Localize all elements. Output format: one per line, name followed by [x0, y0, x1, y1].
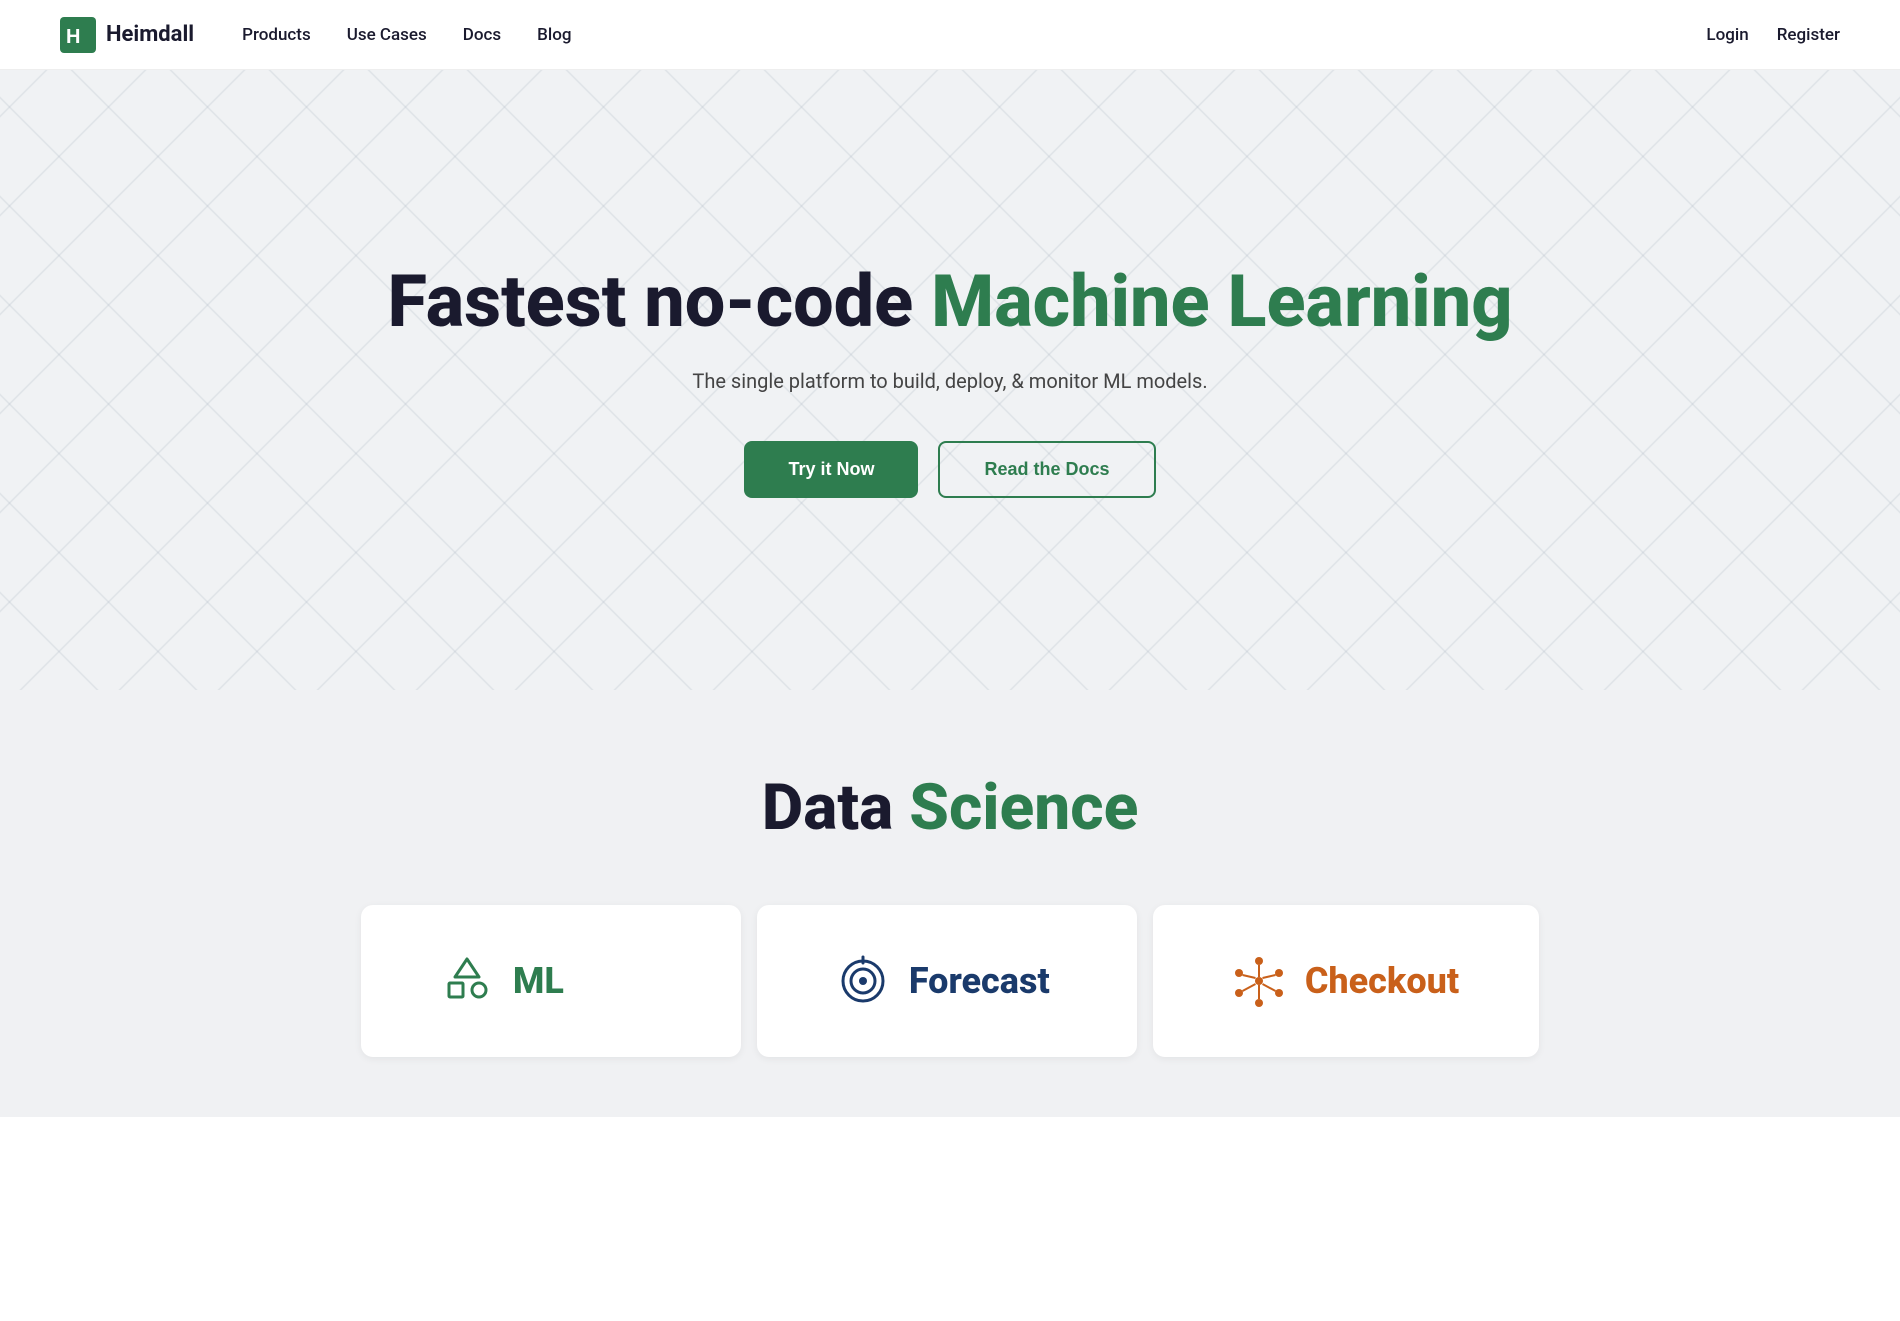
hero-buttons: Try it Now Read the Docs — [388, 441, 1513, 498]
hero-title-part2: Machine Learning — [931, 259, 1512, 344]
ds-section-title: Data Science — [60, 770, 1840, 845]
nav-products[interactable]: Products — [242, 25, 311, 45]
ds-title-part1: Data — [762, 770, 910, 845]
nav-use-cases[interactable]: Use Cases — [347, 25, 427, 45]
nav-right: Login Register — [1706, 25, 1840, 45]
ds-card-forecast-label: Forecast — [909, 960, 1050, 1002]
nav-links: Products Use Cases Docs Blog — [242, 25, 571, 45]
ds-card-checkout[interactable]: Checkout — [1153, 905, 1539, 1057]
read-the-docs-button[interactable]: Read the Docs — [938, 441, 1155, 498]
nav-login[interactable]: Login — [1706, 25, 1748, 45]
logo-icon: H — [60, 17, 96, 53]
checkout-icon — [1233, 955, 1285, 1007]
svg-text:H: H — [66, 26, 80, 48]
logo-text: Heimdall — [106, 22, 194, 47]
data-science-section: Data Science ML — [0, 690, 1900, 1117]
nav-left: H Heimdall Products Use Cases Docs Blog — [60, 17, 572, 53]
ds-card-forecast[interactable]: Forecast — [757, 905, 1137, 1057]
hero-section: Fastest no-code Machine Learning The sin… — [0, 70, 1900, 690]
ds-card-ml[interactable]: ML — [361, 905, 741, 1057]
ds-cards: ML Forecast — [60, 905, 1840, 1057]
hero-content: Fastest no-code Machine Learning The sin… — [388, 262, 1513, 498]
nav-register[interactable]: Register — [1777, 25, 1840, 45]
hero-title: Fastest no-code Machine Learning — [388, 262, 1513, 341]
nav-blog[interactable]: Blog — [537, 25, 571, 45]
navbar: H Heimdall Products Use Cases Docs Blog … — [0, 0, 1900, 70]
nav-docs[interactable]: Docs — [463, 25, 501, 45]
hero-subtitle: The single platform to build, deploy, & … — [388, 369, 1513, 393]
forecast-icon — [837, 955, 889, 1007]
ds-card-checkout-label: Checkout — [1305, 960, 1459, 1002]
ml-icon — [441, 955, 493, 1007]
hero-title-part1: Fastest no-code — [388, 259, 932, 344]
logo-link[interactable]: H Heimdall — [60, 17, 194, 53]
ds-title-part2: Science — [909, 770, 1138, 845]
try-it-now-button[interactable]: Try it Now — [744, 441, 918, 498]
ds-card-ml-label: ML — [513, 960, 564, 1002]
